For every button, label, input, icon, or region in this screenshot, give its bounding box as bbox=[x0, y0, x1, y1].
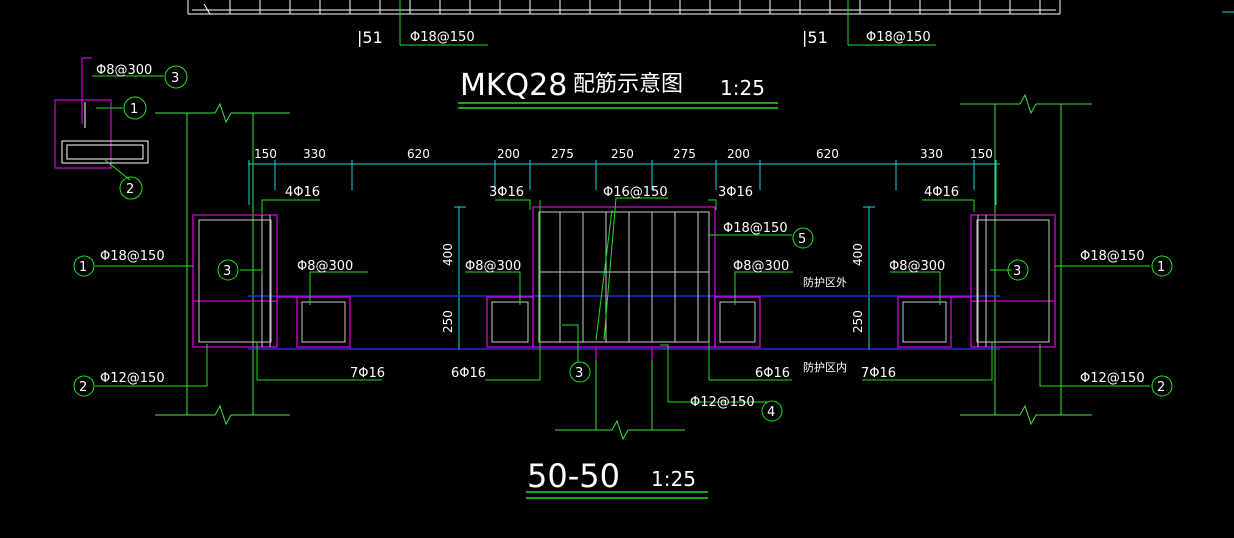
protection-zone-lines bbox=[248, 295, 1000, 350]
zone-outside-label: 防护区外 bbox=[803, 275, 847, 289]
right-section-mark: |51 bbox=[802, 28, 828, 47]
label-left-center-tie: Φ8@300 bbox=[465, 259, 521, 274]
label-right-center-bottom: 6Φ16 bbox=[755, 366, 790, 381]
dim-10: 330 bbox=[920, 147, 943, 161]
plan-title-subtitle: 配筋示意图 bbox=[573, 72, 683, 97]
plan-strip bbox=[187, 0, 1234, 15]
mark-right-3: 3 bbox=[1013, 264, 1021, 279]
zone-inside-label: 防护区内 bbox=[803, 360, 847, 374]
legend-tie-label: Φ8@300 bbox=[96, 63, 152, 78]
dim-1: 150 bbox=[254, 147, 277, 161]
legend-mark-1: 1 bbox=[130, 102, 138, 117]
plan-strip-leaders bbox=[399, 0, 936, 46]
mark-left-3: 3 bbox=[223, 264, 231, 279]
plan-title-scale: 1:25 bbox=[720, 76, 765, 100]
section-title-name: 50-50 bbox=[527, 457, 620, 495]
dim-8: 200 bbox=[727, 147, 750, 161]
legend-mark-3: 3 bbox=[171, 71, 179, 86]
plan-title-underline bbox=[458, 102, 778, 109]
dim-5: 275 bbox=[551, 147, 574, 161]
dim-9: 620 bbox=[816, 147, 839, 161]
legend-mark-2: 2 bbox=[126, 182, 134, 197]
plan-title-name: MKQ28 bbox=[460, 68, 567, 103]
section-title-scale: 1:25 bbox=[651, 467, 696, 491]
label-right-col-top: 3Φ16 bbox=[718, 185, 753, 200]
cad-drawing-canvas: |51 Φ18@150 |51 Φ18@150 MKQ28 配筋示意图 1:25… bbox=[54, 0, 1234, 499]
left-strip-rebar-label: Φ18@150 bbox=[410, 30, 475, 45]
label-center-vertical: Φ12@150 bbox=[690, 395, 755, 410]
vdim-right-250: 250 bbox=[851, 310, 865, 333]
mark-center-5: 5 bbox=[798, 232, 806, 247]
label-left-vertical: Φ12@150 bbox=[100, 371, 165, 386]
label-left-tie: Φ8@300 bbox=[297, 259, 353, 274]
vdim-left-250: 250 bbox=[441, 310, 455, 333]
mark-left-1: 1 bbox=[79, 260, 87, 275]
vdim-left-400: 400 bbox=[441, 243, 455, 266]
dim-7: 275 bbox=[673, 147, 696, 161]
label-right-inner-horizontal: Φ18@150 bbox=[723, 221, 788, 236]
dim-4: 200 bbox=[497, 147, 520, 161]
label-right-bottom: 7Φ16 bbox=[861, 366, 896, 381]
label-right-outer-horizontal: Φ18@150 bbox=[1080, 249, 1145, 264]
plan-strip-ticks bbox=[229, 0, 1041, 14]
label-left-col-top: 3Φ16 bbox=[489, 185, 524, 200]
legend-detail: Φ8@300 3 1 2 bbox=[54, 57, 188, 200]
label-left-corner: 4Φ16 bbox=[285, 185, 320, 200]
mark-left-2: 2 bbox=[79, 380, 87, 395]
label-right-vertical: Φ12@150 bbox=[1080, 371, 1145, 386]
mark-right-1: 1 bbox=[1157, 260, 1165, 275]
dim-11: 150 bbox=[970, 147, 993, 161]
label-right-corner: 4Φ16 bbox=[924, 185, 959, 200]
vdim-right-400: 400 bbox=[851, 243, 865, 266]
dim-2: 330 bbox=[303, 147, 326, 161]
label-left-outer-horizontal: Φ18@150 bbox=[100, 249, 165, 264]
right-strip-rebar-label: Φ18@150 bbox=[866, 30, 931, 45]
mark-right-2: 2 bbox=[1157, 380, 1165, 395]
label-left-center-bottom: 6Φ16 bbox=[451, 366, 486, 381]
mark-circles bbox=[73, 227, 1173, 422]
label-left-bottom: 7Φ16 bbox=[350, 366, 385, 381]
left-section-mark: |51 bbox=[357, 28, 383, 47]
rebar-lines bbox=[198, 211, 1050, 347]
mark-center-4: 4 bbox=[767, 405, 775, 420]
label-center-main: Φ16@150 bbox=[603, 185, 668, 200]
label-right-tie: Φ8@300 bbox=[889, 259, 945, 274]
dim-6: 250 bbox=[611, 147, 634, 161]
label-right-center-tie: Φ8@300 bbox=[733, 259, 789, 274]
mark-center-3: 3 bbox=[575, 366, 583, 381]
dim-3: 620 bbox=[407, 147, 430, 161]
concrete-section bbox=[192, 206, 1056, 360]
